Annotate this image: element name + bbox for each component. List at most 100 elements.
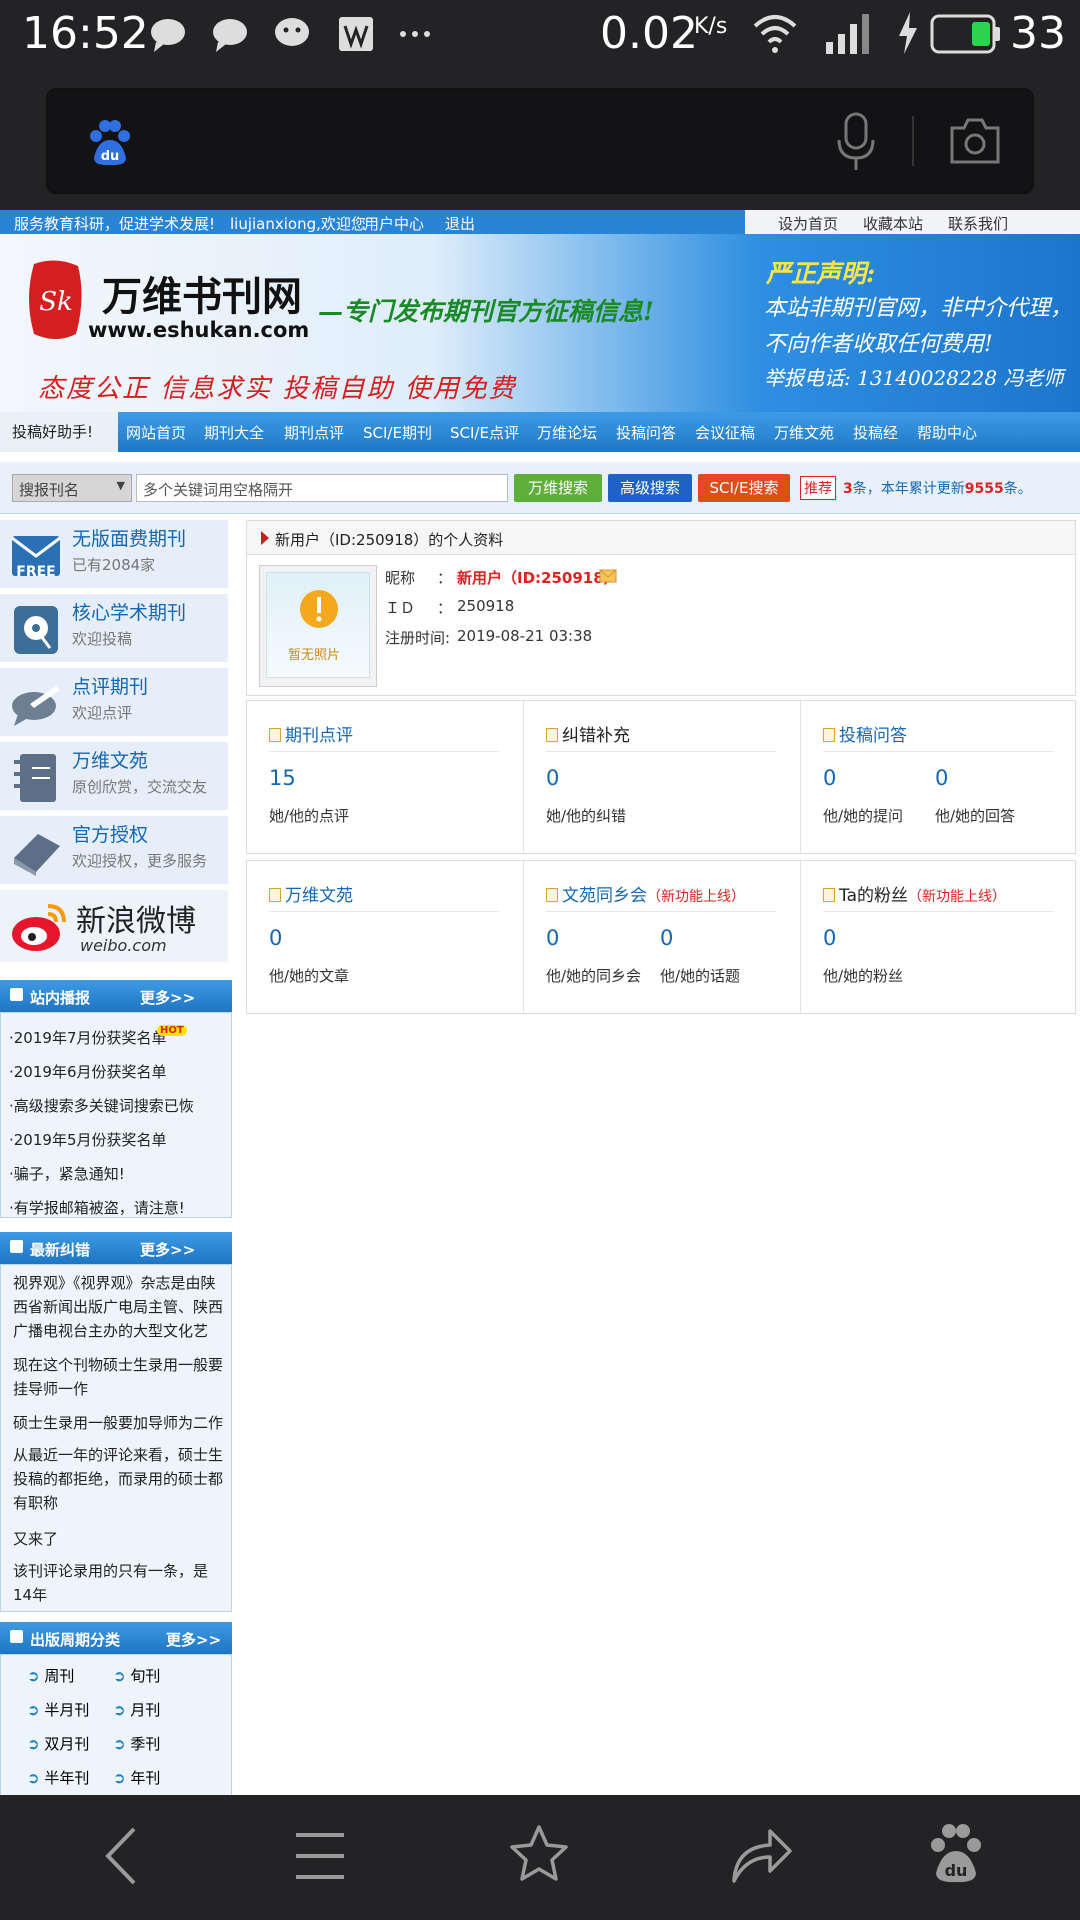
wechat-icon xyxy=(275,18,309,46)
correction-item[interactable]: 视界观》《视界观》杂志是由陕西省新闻出版广电局主管、陕西广播电视台主办的大型文化… xyxy=(13,1271,223,1343)
correction-box-header: 最新纠错 更多>> xyxy=(0,1232,232,1264)
period-item[interactable]: ➲ 季刊 xyxy=(113,1733,160,1754)
sidebar-item-authorization[interactable]: 官方授权 欢迎授权，更多服务 xyxy=(0,816,228,886)
avatar: 暂无照片 xyxy=(259,565,377,687)
recommend-tag: 推荐 xyxy=(800,476,836,500)
correction-item[interactable]: 从最近一年的评论来看，硕士生投稿的都拒绝，而录用的硕士都有职称 xyxy=(13,1443,223,1515)
bookmark-link[interactable]: 收藏本站 xyxy=(863,213,923,234)
news-item[interactable]: ·2019年5月份获奖名单 xyxy=(9,1129,167,1150)
stat-title[interactable]: 文苑同乡会（新功能上线） xyxy=(546,881,745,906)
username-link[interactable]: liujianxiong,欢迎您 xyxy=(230,213,366,234)
book-icon xyxy=(14,834,60,876)
baidu-paw-icon[interactable]: du xyxy=(926,1821,986,1885)
nav-item[interactable]: 投稿经 xyxy=(853,422,898,443)
nav-item[interactable]: 投稿问答 xyxy=(616,422,676,443)
sci-search-button[interactable]: SCI/E搜索 xyxy=(698,474,790,502)
correction-more-link[interactable]: 更多>> xyxy=(140,1239,195,1260)
stat-title[interactable]: 期刊点评 xyxy=(269,721,353,746)
nav-item[interactable]: SCI/E期刊 xyxy=(363,422,432,443)
news-more-link[interactable]: 更多>> xyxy=(140,987,195,1008)
period-item[interactable]: ➲ 月刊 xyxy=(113,1699,160,1720)
welcome-bar: 服务教育科研，促进学术发展! liujianxiong,欢迎您 用户中心 退出 xyxy=(0,210,745,234)
status-bar: 16:52 0.02 K/s 33 xyxy=(0,0,1080,70)
warning-icon xyxy=(300,590,338,628)
sidebar-item-core-journals[interactable]: 核心学术期刊 欢迎投稿 xyxy=(0,594,228,664)
mail-icon[interactable] xyxy=(599,569,617,583)
stat-title[interactable]: 万维文苑 xyxy=(269,881,353,906)
sidebar-item-free-journals[interactable]: FREE 无版面费期刊 已有2084家 xyxy=(0,520,228,590)
stat-count[interactable]: 0 xyxy=(823,766,836,790)
stat-count[interactable]: 0 xyxy=(935,766,948,790)
star-icon[interactable] xyxy=(508,1823,570,1885)
nav-item[interactable]: 万维文苑 xyxy=(774,422,834,443)
back-icon[interactable] xyxy=(96,1825,146,1887)
stat-articles: 万维文苑 0 他/她的文章 xyxy=(247,861,524,1013)
share-icon[interactable] xyxy=(730,1825,794,1885)
notice-title: 严正声明: xyxy=(766,259,876,288)
svg-text:du: du xyxy=(101,149,120,164)
nav-item[interactable]: 会议征稿 xyxy=(695,422,755,443)
period-item[interactable]: ➲ 双月刊 xyxy=(27,1733,89,1754)
stat-fans: Ta的粉丝（新功能上线） 0 他/她的粉丝 xyxy=(801,861,1075,1013)
contact-link[interactable]: 联系我们 xyxy=(948,213,1008,234)
nav-item[interactable]: SCI/E点评 xyxy=(450,422,519,443)
nav-item[interactable]: 期刊大全 xyxy=(204,422,264,443)
period-more-link[interactable]: 更多>> xyxy=(166,1629,221,1650)
stat-title[interactable]: 投稿问答 xyxy=(823,721,907,746)
nav-item[interactable]: 网站首页 xyxy=(126,422,186,443)
stat-count[interactable]: 0 xyxy=(546,766,559,790)
weibo-link[interactable]: 新浪微博 weibo.com xyxy=(0,890,228,964)
browser-search-box[interactable]: du xyxy=(46,88,1034,194)
site-banner: Sk 万维书刊网 www.eshukan.com —专门发布期刊官方征稿信息! … xyxy=(0,234,1080,412)
period-item[interactable]: ➲ 半月刊 xyxy=(27,1699,89,1720)
stat-title[interactable]: 纠错补充 xyxy=(546,721,630,746)
stat-title[interactable]: Ta的粉丝（新功能上线） xyxy=(823,881,1006,906)
nickname: 新用户（ID:250918） xyxy=(457,569,619,587)
news-item[interactable]: ·2019年6月份获奖名单 xyxy=(9,1061,167,1082)
news-box-header: 站内播报 更多>> xyxy=(0,980,232,1012)
sidebar-item-review-journals[interactable]: 点评期刊 欢迎点评 xyxy=(0,668,228,738)
period-item[interactable]: ➲ 周刊 xyxy=(27,1665,74,1686)
search-button[interactable]: 万维搜索 xyxy=(514,474,602,502)
stat-count[interactable]: 15 xyxy=(269,766,296,790)
nav-item[interactable]: 期刊点评 xyxy=(284,422,344,443)
site-search-bar: 搜报刊名 ▼ 多个关键词用空格隔开 万维搜索 高级搜索 SCI/E搜索 推荐 3条… xyxy=(0,462,1080,514)
stat-count[interactable]: 0 xyxy=(660,926,673,950)
menu-icon[interactable] xyxy=(294,1829,346,1883)
net-speed-unit: K/s xyxy=(694,14,728,39)
stat-corrections: 纠错补充 0 她/他的纠错 xyxy=(524,701,801,853)
divider xyxy=(912,116,914,166)
stat-count[interactable]: 0 xyxy=(823,926,836,950)
correction-item[interactable]: 该刊评论录用的只有一条，是14年 xyxy=(13,1559,223,1607)
period-item[interactable]: ➲ 年刊 xyxy=(113,1767,160,1788)
search-input[interactable]: 多个关键词用空格隔开 xyxy=(136,474,508,502)
svg-text:du: du xyxy=(945,1861,968,1880)
camera-icon[interactable] xyxy=(948,116,1002,166)
period-item[interactable]: ➲ 旬刊 xyxy=(113,1665,160,1686)
nav-item[interactable]: 万维论坛 xyxy=(537,422,597,443)
nav-item[interactable]: 帮助中心 xyxy=(917,422,977,443)
microphone-icon[interactable] xyxy=(834,112,878,172)
correction-item[interactable]: 硕士生录用一般要加导师为二作 xyxy=(13,1411,223,1435)
sidebar-item-wenyuan[interactable]: 万维文苑 原创欣赏，交流交友 xyxy=(0,742,228,812)
document-icon xyxy=(269,728,281,742)
correction-item[interactable]: 又来了 xyxy=(13,1527,223,1551)
news-item[interactable]: ·有学报邮箱被盗，请注意! xyxy=(9,1197,185,1218)
correction-item[interactable]: 现在这个刊物硕士生录用一般要挂导师一作 xyxy=(13,1353,223,1401)
set-home-link[interactable]: 设为首页 xyxy=(778,213,838,234)
disc-icon xyxy=(14,606,58,654)
document-icon xyxy=(269,888,281,902)
news-box: ·2019年7月份获奖名单 HOT ·2019年6月份获奖名单 ·高级搜索多关键… xyxy=(0,1012,232,1218)
logo-title: 万维书刊网 xyxy=(102,273,302,320)
search-type-select[interactable]: 搜报刊名 ▼ xyxy=(12,474,132,502)
logout-link[interactable]: 退出 xyxy=(445,213,475,234)
stat-count[interactable]: 0 xyxy=(269,926,282,950)
battery-icon xyxy=(930,14,1000,54)
news-item[interactable]: ·2019年7月份获奖名单 xyxy=(9,1027,167,1048)
stat-count[interactable]: 0 xyxy=(546,926,559,950)
news-item[interactable]: ·骗子，紧急通知! xyxy=(9,1163,125,1184)
news-item[interactable]: ·高级搜索多关键词搜索已恢 xyxy=(9,1095,194,1116)
advanced-search-button[interactable]: 高级搜索 xyxy=(608,474,692,502)
period-item[interactable]: ➲ 半年刊 xyxy=(27,1767,89,1788)
user-center-link[interactable]: 用户中心 xyxy=(364,213,424,234)
